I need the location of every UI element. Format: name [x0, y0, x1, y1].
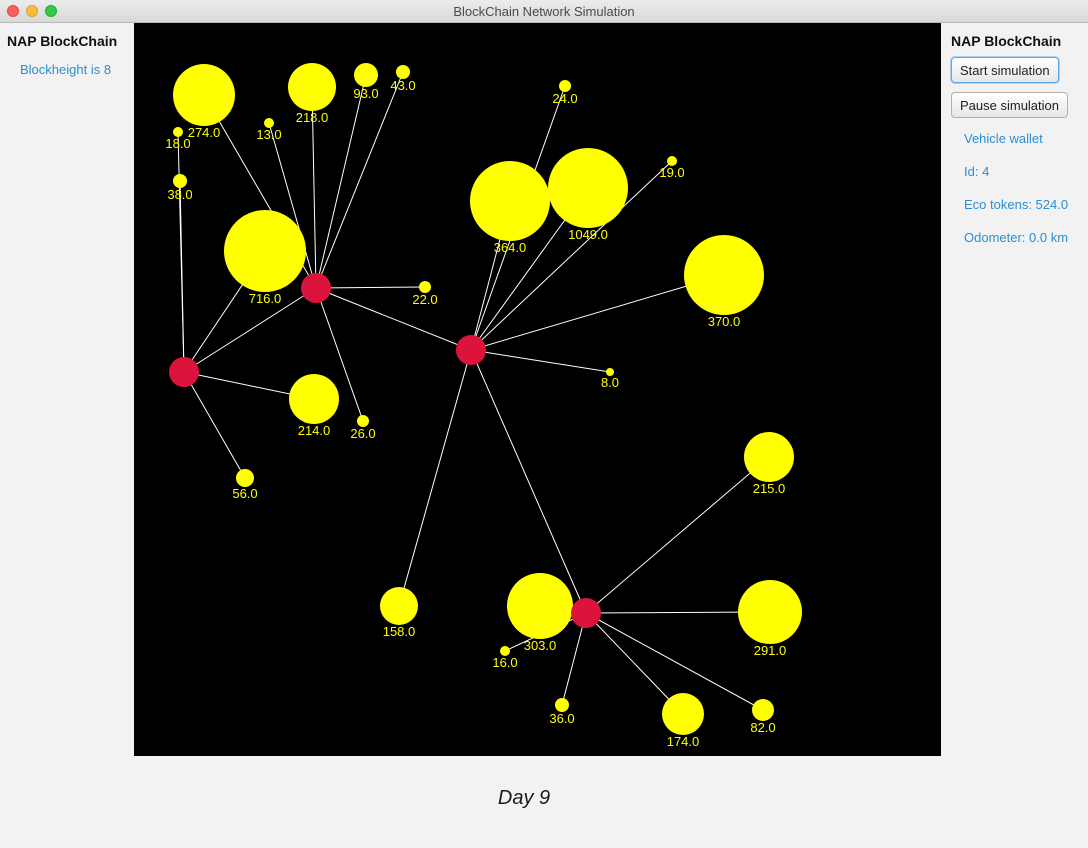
vehicle-node-label: 274.0 [188, 125, 221, 140]
vehicle-node[interactable] [752, 699, 774, 721]
vehicle-node[interactable] [224, 210, 306, 292]
vehicle-node-label: 56.0 [232, 486, 257, 501]
day-label: Day 9 [497, 787, 551, 809]
pause-simulation-button[interactable]: Pause simulation [951, 92, 1068, 118]
vehicle-node[interactable] [396, 65, 410, 79]
wallet-id-label: Id: 4 [964, 164, 990, 179]
vehicle-node[interactable] [354, 63, 378, 87]
vehicle-node[interactable] [288, 63, 336, 111]
vehicle-node-label: 218.0 [296, 110, 329, 125]
vehicle-node-label: 215.0 [753, 481, 786, 496]
vehicle-node-label: 370.0 [708, 314, 741, 329]
vehicle-node-label: 13.0 [256, 127, 281, 142]
vehicle-node[interactable] [470, 161, 550, 241]
hub-node[interactable] [456, 335, 486, 365]
vehicle-node[interactable] [236, 469, 254, 487]
vehicle-wallet-label: Vehicle wallet [964, 131, 1043, 146]
vehicle-node[interactable] [548, 148, 628, 228]
right-panel: NAP BlockChain Start simulation Pause si… [941, 23, 1088, 756]
hub-link-edge [315, 287, 472, 351]
vehicle-link-edge [398, 349, 472, 607]
left-panel-heading: NAP BlockChain [7, 33, 118, 49]
vehicle-link-edge [470, 349, 611, 373]
vehicle-node-label: 8.0 [601, 375, 619, 390]
vehicle-link-edge [315, 286, 426, 289]
vehicle-node-label: 38.0 [167, 187, 192, 202]
vehicle-node-label: 93.0 [353, 86, 378, 101]
vehicle-node[interactable] [289, 374, 339, 424]
vehicle-node-label: 158.0 [383, 624, 416, 639]
network-canvas: 716.0 18.0 38.0 214.0 56.0 274.0 13.0 218.0 93.0… [134, 23, 941, 756]
window-title: BlockChain Network Simulation [453, 4, 635, 19]
vehicle-node[interactable] [738, 580, 802, 644]
hub-link-edge [470, 349, 587, 614]
vehicle-node[interactable] [662, 693, 704, 735]
vehicle-link-edge [585, 456, 770, 614]
vehicle-node-label: 291.0 [754, 643, 787, 658]
blockheight-label: Blockheight is 8 [20, 62, 112, 77]
vehicle-node[interactable] [173, 64, 235, 126]
hub-node[interactable] [301, 273, 331, 303]
vehicle-node-label: 22.0 [412, 292, 437, 307]
vehicle-node[interactable] [380, 587, 418, 625]
vehicle-node-label: 19.0 [659, 165, 684, 180]
vehicle-node-label: 24.0 [552, 91, 577, 106]
hub-node[interactable] [169, 357, 199, 387]
vehicle-node[interactable] [684, 235, 764, 315]
vehicle-node-label: 26.0 [350, 426, 375, 441]
vehicle-node-label: 214.0 [298, 423, 331, 438]
vehicle-node-label: 36.0 [549, 711, 574, 726]
right-panel-heading: NAP BlockChain [951, 33, 1062, 49]
wallet-tokens-label: Eco tokens: 524.0 [964, 197, 1069, 212]
vehicle-node-label: 1049.0 [568, 227, 608, 242]
vehicle-node[interactable] [744, 432, 794, 482]
vehicle-node-label: 43.0 [390, 78, 415, 93]
network-graph: 716.018.038.0214.056.0274.0 13.0218.093.0… [165, 63, 802, 749]
vehicle-link-edge [179, 180, 185, 373]
vehicle-node-label: 364.0 [494, 240, 527, 255]
vehicle-node-label: 303.0 [524, 638, 557, 653]
vehicle-node-label: 16.0 [492, 655, 517, 670]
vehicle-node[interactable] [173, 174, 187, 188]
vehicle-node-label: 174.0 [667, 734, 700, 749]
wallet-odometer-label: Odometer: 0.0 km [964, 230, 1069, 245]
vehicle-node[interactable] [555, 698, 569, 712]
vehicle-node-label: 716.0 [249, 291, 282, 306]
start-simulation-button[interactable]: Start simulation [951, 57, 1059, 83]
window-titlebar: BlockChain Network Simulation [0, 0, 1088, 23]
vehicle-link-edge [183, 371, 246, 479]
hub-node[interactable] [571, 598, 601, 628]
vehicle-link-edge [585, 612, 684, 715]
vehicle-node-label: 82.0 [750, 720, 775, 735]
vehicle-node[interactable] [507, 573, 573, 639]
